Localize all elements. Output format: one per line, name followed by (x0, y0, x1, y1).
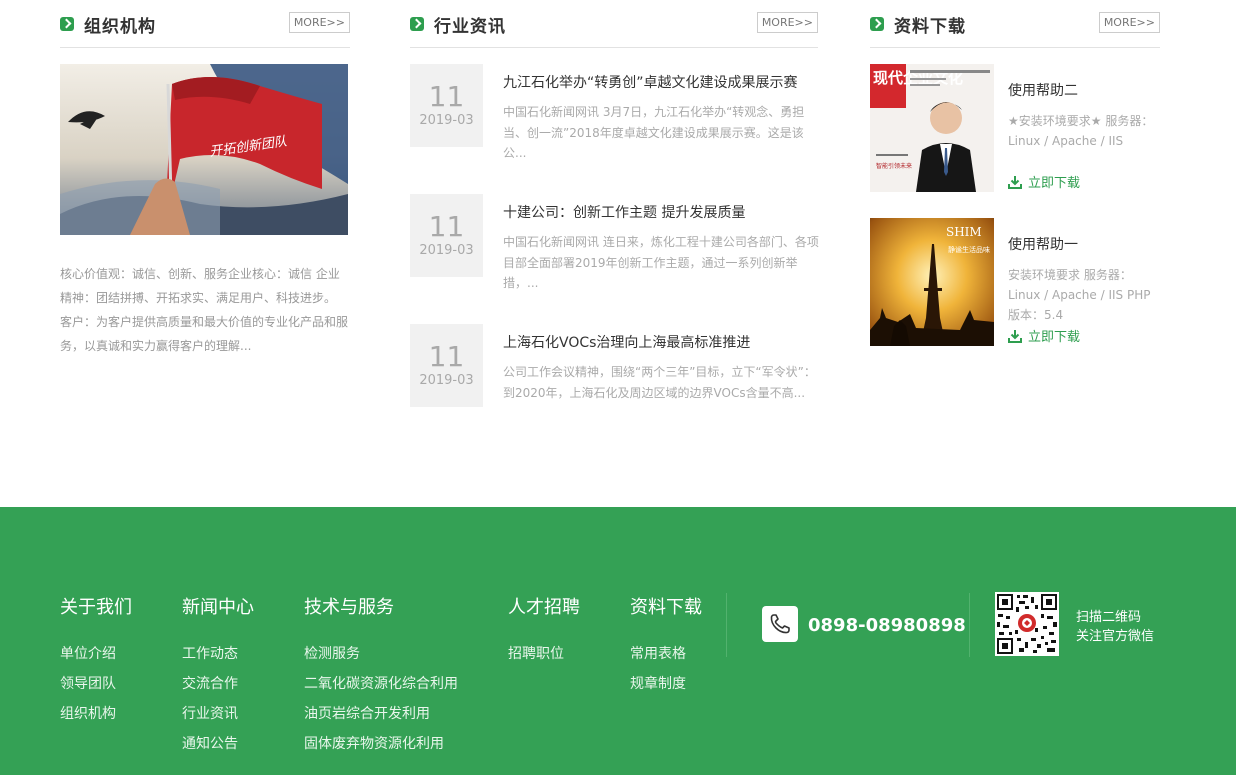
city-sunset-thumbnail[interactable]: SHIM 静谧生活品味 (870, 218, 994, 346)
download-item: SHIM 静谧生活品味 使用帮助一 安装环境要求 服务器：Linux / Apa… (870, 218, 1160, 346)
footer-col-about: 关于我们 单位介绍 领导团队 组织机构 (60, 593, 132, 729)
cover-caption: 智能引领未来 (876, 162, 912, 170)
download-icon (1008, 330, 1022, 343)
date-day: 11 (428, 210, 465, 243)
footer-link[interactable]: 行业资讯 (182, 699, 254, 729)
site-footer: 关于我们 单位介绍 领导团队 组织机构 新闻中心 工作动态 交流合作 行业资讯 … (0, 507, 1236, 775)
footer-link[interactable]: 招聘职位 (508, 639, 580, 669)
footer-col-title: 人才招聘 (508, 597, 580, 618)
arrow-right-icon (60, 17, 74, 31)
news-item-summary: 中国石化新闻网讯 3月7日，九江石化举办“转观念、勇担当、创一流”2018年度卓… (503, 105, 805, 160)
footer-link[interactable]: 规章制度 (630, 669, 702, 699)
footer-link[interactable]: 通知公告 (182, 729, 254, 759)
qr-caption-line1: 扫描二维码 (1076, 610, 1142, 625)
date-year-month: 2019-03 (419, 243, 474, 258)
phone-icon (762, 606, 798, 642)
download-now-label: 立即下载 (1028, 330, 1081, 345)
phone-number[interactable]: 0898-08980898 (808, 615, 966, 636)
download-item: 现代企业文化 智能引领未来 使用帮助二 ★安装环境要求★ 服务器：Linux /… (870, 64, 1160, 192)
footer-col-news: 新闻中心 工作动态 交流合作 行业资讯 通知公告 (182, 593, 254, 759)
news-header: 行业资讯 MORE>> (410, 0, 818, 48)
news-item[interactable]: 11 2019-03 九江石化举办“转勇创”卓越文化建设成果展示赛 中国石化新闻… (410, 64, 820, 160)
footer-link[interactable]: 组织机构 (60, 699, 132, 729)
download-item-title[interactable]: 使用帮助二 (1008, 80, 1078, 100)
date-badge: 11 2019-03 (410, 194, 483, 277)
news-item-title[interactable]: 九江石化举办“转勇创”卓越文化建设成果展示赛 (503, 72, 798, 92)
footer-link[interactable]: 检测服务 (304, 639, 458, 669)
org-description: 核心价值观：诚信、创新、服务企业核心：诚信 企业精神：团结拼搏、开拓求实、满足用… (60, 267, 349, 353)
download-icon (1008, 176, 1022, 189)
download-now-link[interactable]: 立即下载 (1008, 172, 1080, 191)
org-section: 组织机构 MORE>> 开拓创新团队 核心价值观：诚信、创新、服务企业核心：诚信 (60, 0, 350, 353)
footer-col-title: 资料下载 (630, 597, 702, 618)
wechat-qr-code (995, 592, 1059, 656)
downloads-title: 资料下载 (894, 17, 966, 37)
downloads-more-button[interactable]: MORE>> (1098, 12, 1160, 33)
news-item[interactable]: 11 2019-03 上海石化VOCs治理向上海最高标准推进 公司工作会议精神，… (410, 324, 820, 410)
news-section: 行业资讯 MORE>> 11 2019-03 九江石化举办“转勇创”卓越文化建设… (410, 0, 819, 407)
footer-divider (726, 593, 727, 657)
org-image[interactable]: 开拓创新团队 (60, 64, 348, 235)
news-item-summary: 中国石化新闻网讯 连日来，炼化工程十建公司各部门、各项目部全面部署2019年创新… (503, 235, 819, 290)
downloads-header: 资料下载 MORE>> (870, 0, 1160, 48)
footer-link[interactable]: 工作动态 (182, 639, 254, 669)
footer-col-title: 技术与服务 (304, 597, 394, 618)
download-item-description: 安装环境要求 服务器：Linux / Apache / IIS PHP版本：5.… (1008, 268, 1151, 322)
download-item-title[interactable]: 使用帮助一 (1008, 234, 1078, 254)
news-item-summary: 公司工作会议精神，围绕“两个三年”目标，立下“军令状”：到2020年，上海石化及… (503, 365, 816, 400)
magazine-cover-thumbnail[interactable]: 现代企业文化 智能引领未来 (870, 64, 994, 192)
download-item-description: ★安装环境要求★ 服务器：Linux / Apache / IIS (1008, 114, 1154, 148)
downloads-section: 资料下载 MORE>> 现代企业文化 智能引领未来 使用帮助二 ★安装环境要求★… (870, 0, 1160, 346)
footer-col-downloads: 资料下载 常用表格 规章制度 (630, 593, 702, 699)
arrow-right-icon (870, 17, 884, 31)
footer-link[interactable]: 二氧化碳资源化综合利用 (304, 669, 458, 699)
footer-link[interactable]: 领导团队 (60, 669, 132, 699)
footer-col-jobs: 人才招聘 招聘职位 (508, 593, 580, 669)
org-title: 组织机构 (84, 17, 156, 37)
cover-brand: SHIM (946, 225, 982, 239)
footer-col-title: 新闻中心 (182, 597, 254, 618)
org-more-button[interactable]: MORE>> (288, 12, 350, 33)
footer-link[interactable]: 交流合作 (182, 669, 254, 699)
cover-caption: 静谧生活品味 (948, 245, 990, 254)
footer-col-title: 关于我们 (60, 597, 132, 618)
qr-caption: 扫描二维码 关注官方微信 (1076, 608, 1154, 646)
news-item-title[interactable]: 上海石化VOCs治理向上海最高标准推进 (503, 332, 750, 352)
footer-col-services: 技术与服务 检测服务 二氧化碳资源化综合利用 油页岩综合开发利用 固体废弃物资源… (304, 593, 458, 759)
date-year-month: 2019-03 (419, 373, 474, 388)
date-badge: 11 2019-03 (410, 64, 483, 147)
news-title: 行业资讯 (434, 17, 506, 37)
footer-link[interactable]: 油页岩综合开发利用 (304, 699, 458, 729)
qr-caption-line2: 关注官方微信 (1076, 629, 1155, 644)
date-day: 11 (428, 340, 465, 373)
org-header: 组织机构 MORE>> (60, 0, 350, 48)
download-now-link[interactable]: 立即下载 (1008, 326, 1080, 345)
footer-divider (969, 593, 970, 657)
footer-link[interactable]: 单位介绍 (60, 639, 132, 669)
date-day: 11 (428, 80, 465, 113)
arrow-right-icon (410, 17, 424, 31)
footer-link[interactable]: 固体废弃物资源化利用 (304, 729, 458, 759)
news-more-button[interactable]: MORE>> (756, 12, 818, 33)
news-item[interactable]: 11 2019-03 十建公司：创新工作主题 提升发展质量 中国石化新闻网讯 连… (410, 194, 820, 290)
date-year-month: 2019-03 (419, 113, 474, 128)
footer-link[interactable]: 常用表格 (630, 639, 702, 669)
date-badge: 11 2019-03 (410, 324, 483, 407)
download-now-label: 立即下载 (1028, 176, 1081, 191)
news-item-title[interactable]: 十建公司：创新工作主题 提升发展质量 (503, 202, 745, 222)
